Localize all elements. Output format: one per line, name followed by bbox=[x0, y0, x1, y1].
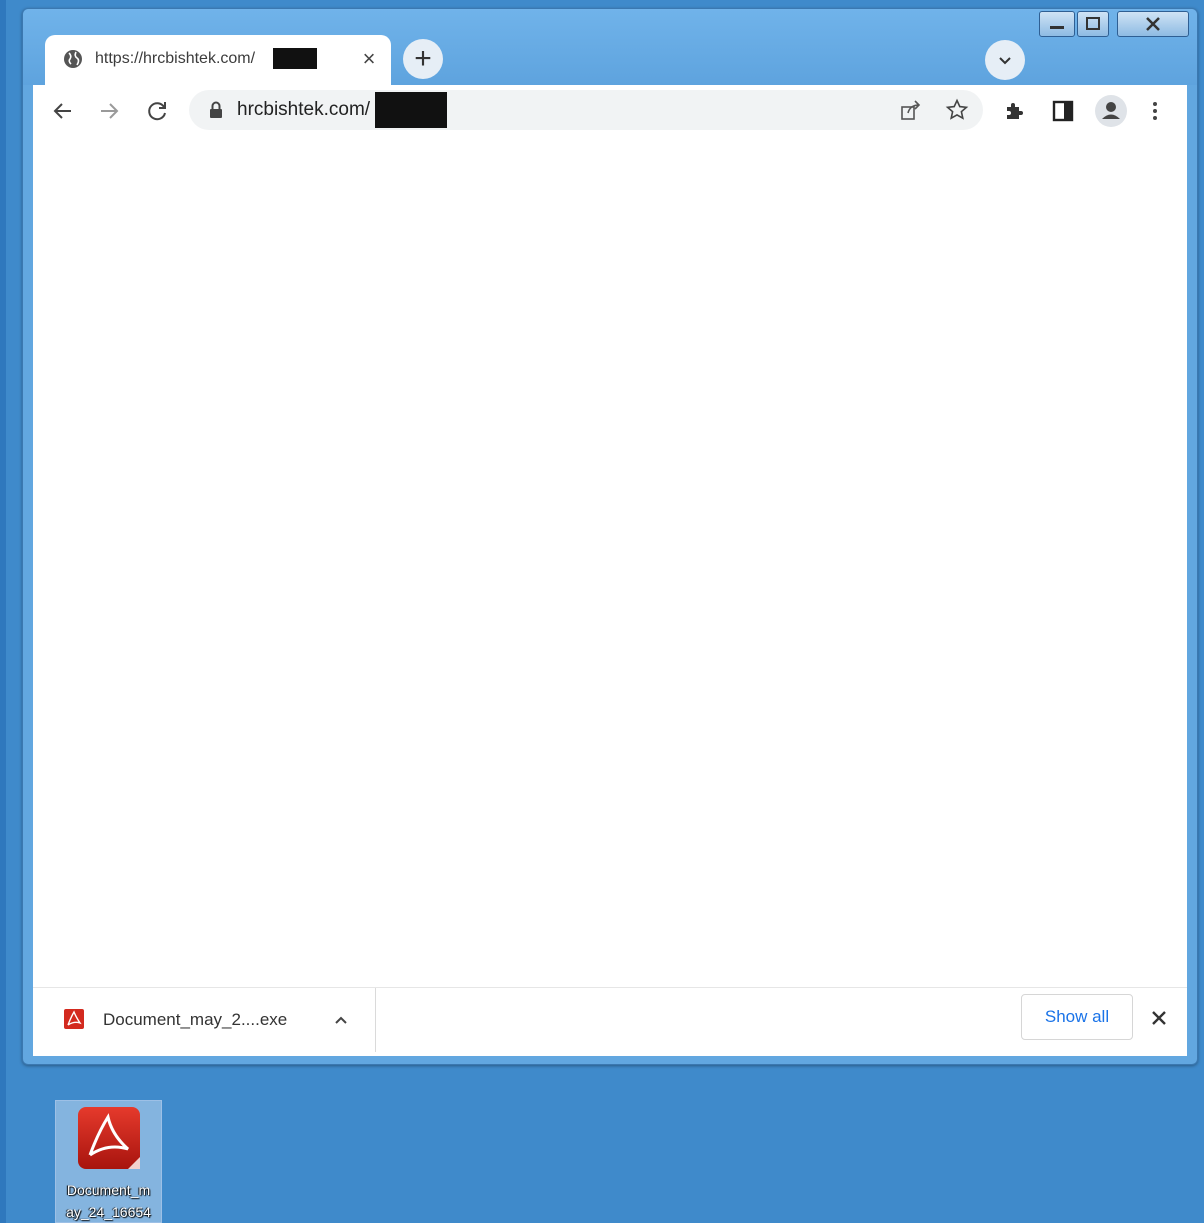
browser-window: https://hrcbishtek.com/ × + hrcbishtek.c… bbox=[22, 8, 1198, 1065]
browser-toolbar: hrcbishtek.com/ bbox=[33, 85, 1187, 138]
profile-avatar-button[interactable] bbox=[1095, 95, 1127, 127]
chevron-down-icon bbox=[999, 57, 1011, 65]
download-file-name[interactable]: Document_may_2....exe bbox=[103, 1010, 287, 1030]
show-all-button[interactable]: Show all bbox=[1021, 994, 1133, 1040]
forward-arrow-icon[interactable] bbox=[93, 95, 125, 127]
close-icon bbox=[1146, 17, 1160, 31]
reload-icon[interactable] bbox=[141, 95, 173, 127]
tab-title: https://hrcbishtek.com/ bbox=[95, 50, 256, 67]
minimize-button[interactable] bbox=[1039, 11, 1075, 37]
label-line: Document_m bbox=[66, 1182, 151, 1198]
tab-close-button[interactable]: × bbox=[357, 47, 381, 71]
page-content bbox=[33, 137, 1187, 987]
maximize-button[interactable] bbox=[1077, 11, 1109, 37]
close-window-button[interactable] bbox=[1117, 11, 1189, 37]
bookmark-star-icon[interactable] bbox=[945, 98, 969, 122]
desktop-file-icon[interactable]: Document_m ay_24_16654 bbox=[55, 1100, 162, 1223]
maximize-icon bbox=[1086, 17, 1100, 30]
title-bar: https://hrcbishtek.com/ × + bbox=[23, 9, 1197, 85]
chevron-up-icon[interactable] bbox=[329, 1008, 353, 1032]
globe-icon bbox=[64, 50, 82, 68]
side-panel-icon[interactable] bbox=[1051, 99, 1075, 123]
desktop-icon-label: Document_m ay_24_16654 bbox=[57, 1179, 160, 1223]
redaction-block bbox=[375, 92, 447, 128]
extensions-puzzle-icon[interactable] bbox=[1003, 99, 1027, 123]
redaction-block bbox=[273, 48, 317, 69]
label-line: ay_24_16654 bbox=[66, 1204, 151, 1220]
new-tab-button[interactable]: + bbox=[403, 39, 443, 79]
back-arrow-icon[interactable] bbox=[47, 95, 79, 127]
desktop-edge bbox=[0, 0, 6, 1223]
browser-tab[interactable]: https://hrcbishtek.com/ × bbox=[45, 35, 391, 85]
share-icon[interactable] bbox=[899, 98, 923, 122]
download-bar: Document_may_2....exe Show all bbox=[33, 987, 1187, 1056]
divider bbox=[375, 988, 376, 1052]
person-icon bbox=[1102, 102, 1120, 119]
tab-search-button[interactable] bbox=[985, 40, 1025, 80]
lock-icon bbox=[210, 101, 222, 118]
address-bar[interactable]: hrcbishtek.com/ bbox=[189, 90, 983, 130]
url-text: hrcbishtek.com/ bbox=[237, 99, 371, 120]
pdf-file-icon bbox=[64, 1009, 84, 1029]
more-menu-icon[interactable] bbox=[1143, 99, 1167, 123]
close-icon[interactable] bbox=[1147, 1006, 1171, 1030]
pdf-file-icon bbox=[78, 1107, 140, 1169]
minimize-icon bbox=[1050, 26, 1064, 29]
